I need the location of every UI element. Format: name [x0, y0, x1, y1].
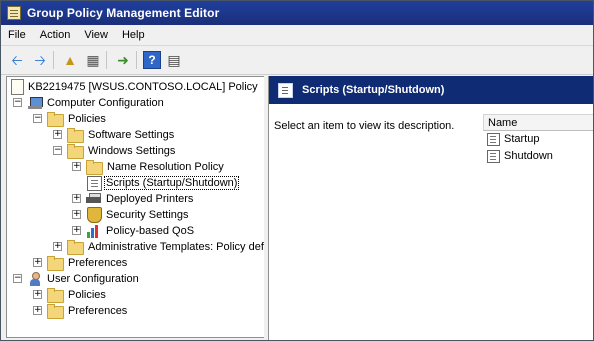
folder-icon [86, 159, 103, 175]
tree-item-windows-settings[interactable]: Windows Settings [67, 143, 175, 159]
help-icon[interactable]: ? [143, 51, 161, 69]
tree-item-label: Policy-based QoS [106, 225, 195, 237]
collapse-toggle[interactable]: − [53, 146, 62, 155]
toolbar-separator [106, 51, 107, 69]
user-icon [27, 272, 43, 286]
expand-toggle[interactable]: + [53, 242, 62, 251]
tree-item-preferences[interactable]: Preferences [47, 255, 127, 271]
expand-toggle[interactable]: + [72, 194, 81, 203]
folder-icon [67, 127, 84, 143]
show-hide-tree-icon[interactable]: ▦ [83, 50, 103, 70]
back-arrow-icon[interactable]: 🡠 [7, 50, 27, 70]
column-header-name[interactable]: Name [483, 114, 593, 131]
tree-item-deployed-printers[interactable]: Deployed Printers [86, 191, 193, 207]
tree-item-policy-based-qos[interactable]: Policy-based QoS [86, 223, 194, 239]
folder-icon [47, 255, 64, 271]
script-icon [278, 82, 293, 98]
tree-item-policy-root[interactable]: KB2219475 [WSUS.CONTOSO.LOCAL] Policy [9, 79, 258, 95]
folder-icon [67, 143, 84, 159]
tree-item-computer-configuration[interactable]: Computer Configuration [27, 95, 164, 111]
main-window: Group Policy Management Editor File Acti… [0, 0, 594, 341]
computer-icon [27, 96, 43, 110]
collapse-toggle[interactable]: − [13, 274, 22, 283]
expand-toggle[interactable]: + [33, 306, 42, 315]
tree-item-software-settings[interactable]: Software Settings [67, 127, 174, 143]
tree-item-label: Software Settings [88, 129, 175, 141]
details-title: Scripts (Startup/Shutdown) [302, 84, 445, 96]
script-icon [87, 175, 102, 191]
printer-icon [86, 192, 102, 206]
toolbar-separator [136, 51, 137, 69]
collapse-toggle[interactable]: − [33, 114, 42, 123]
toolbar: 🡠 🡢 ▲ ▦ ➜ ? ▤ [1, 46, 593, 75]
folder-icon [47, 111, 64, 127]
tree-item-label: Policies [68, 113, 106, 125]
tree-item-name-resolution-policy[interactable]: Name Resolution Policy [86, 159, 224, 175]
collapse-toggle[interactable]: − [13, 98, 22, 107]
tree-item-label: Security Settings [106, 209, 189, 221]
tree-item-label: KB2219475 [WSUS.CONTOSO.LOCAL] Policy [28, 81, 258, 93]
folder-icon [67, 239, 84, 255]
title-bar[interactable]: Group Policy Management Editor [1, 1, 593, 25]
tree-item-security-settings[interactable]: Security Settings [86, 207, 189, 223]
list-item-label: Startup [504, 133, 540, 145]
tree-item-label: Preferences [68, 257, 128, 269]
list-item-shutdown[interactable]: Shutdown [487, 148, 553, 164]
forward-arrow-icon[interactable]: 🡢 [30, 50, 50, 70]
properties-icon[interactable]: ▤ [164, 50, 184, 70]
tree-item-user-policies[interactable]: Policies [47, 287, 106, 303]
app-icon [7, 6, 21, 20]
qos-chart-icon [86, 224, 102, 238]
menu-action[interactable]: Action [33, 29, 78, 41]
list-item-label: Shutdown [504, 150, 553, 162]
up-folder-icon[interactable]: ▲ [60, 50, 80, 70]
folder-icon [47, 287, 64, 303]
menu-file[interactable]: File [8, 29, 33, 41]
column-header-label: Name [488, 116, 518, 129]
description-text: Select an item to view its description. [274, 120, 455, 132]
expand-toggle[interactable]: + [72, 162, 81, 171]
script-icon [487, 132, 500, 146]
pane-splitter[interactable] [264, 76, 267, 340]
tree-item-policies[interactable]: Policies [47, 111, 106, 127]
tree-item-label: Scripts (Startup/Shutdown) [104, 176, 240, 190]
details-pane: Scripts (Startup/Shutdown) Select an ite… [268, 76, 593, 340]
menu-help[interactable]: Help [115, 29, 152, 41]
tree-item-label: Name Resolution Policy [107, 161, 224, 173]
menu-view[interactable]: View [77, 29, 115, 41]
tree-item-user-preferences[interactable]: Preferences [47, 303, 127, 319]
export-list-icon[interactable]: ➜ [113, 50, 133, 70]
expand-toggle[interactable]: + [33, 258, 42, 267]
toolbar-separator [53, 51, 54, 69]
tree-item-label: Administrative Templates: Policy defi [88, 241, 265, 253]
tree-item-user-configuration[interactable]: User Configuration [27, 271, 139, 287]
menu-bar: File Action View Help [1, 25, 593, 46]
tree-item-administrative-templates[interactable]: Administrative Templates: Policy defi [67, 239, 265, 255]
folder-icon [47, 303, 64, 319]
tree-item-label: Preferences [68, 305, 128, 317]
console-tree[interactable]: KB2219475 [WSUS.CONTOSO.LOCAL] Policy − … [6, 76, 265, 338]
tree-item-label: Windows Settings [88, 145, 176, 157]
expand-toggle[interactable]: + [72, 210, 81, 219]
shield-icon [87, 207, 102, 223]
policy-document-icon [11, 79, 24, 95]
expand-toggle[interactable]: + [72, 226, 81, 235]
tree-item-label: Computer Configuration [47, 97, 164, 109]
expand-toggle[interactable]: + [53, 130, 62, 139]
tree-item-label: User Configuration [47, 273, 139, 285]
list-item-startup[interactable]: Startup [487, 131, 539, 147]
tree-item-label: Deployed Printers [106, 193, 194, 205]
tree-item-scripts[interactable]: Scripts (Startup/Shutdown) [86, 175, 240, 191]
tree-item-label: Policies [68, 289, 106, 301]
details-header: Scripts (Startup/Shutdown) [269, 76, 593, 104]
script-icon [487, 149, 500, 163]
expand-toggle[interactable]: + [33, 290, 42, 299]
window-title: Group Policy Management Editor [27, 6, 220, 20]
